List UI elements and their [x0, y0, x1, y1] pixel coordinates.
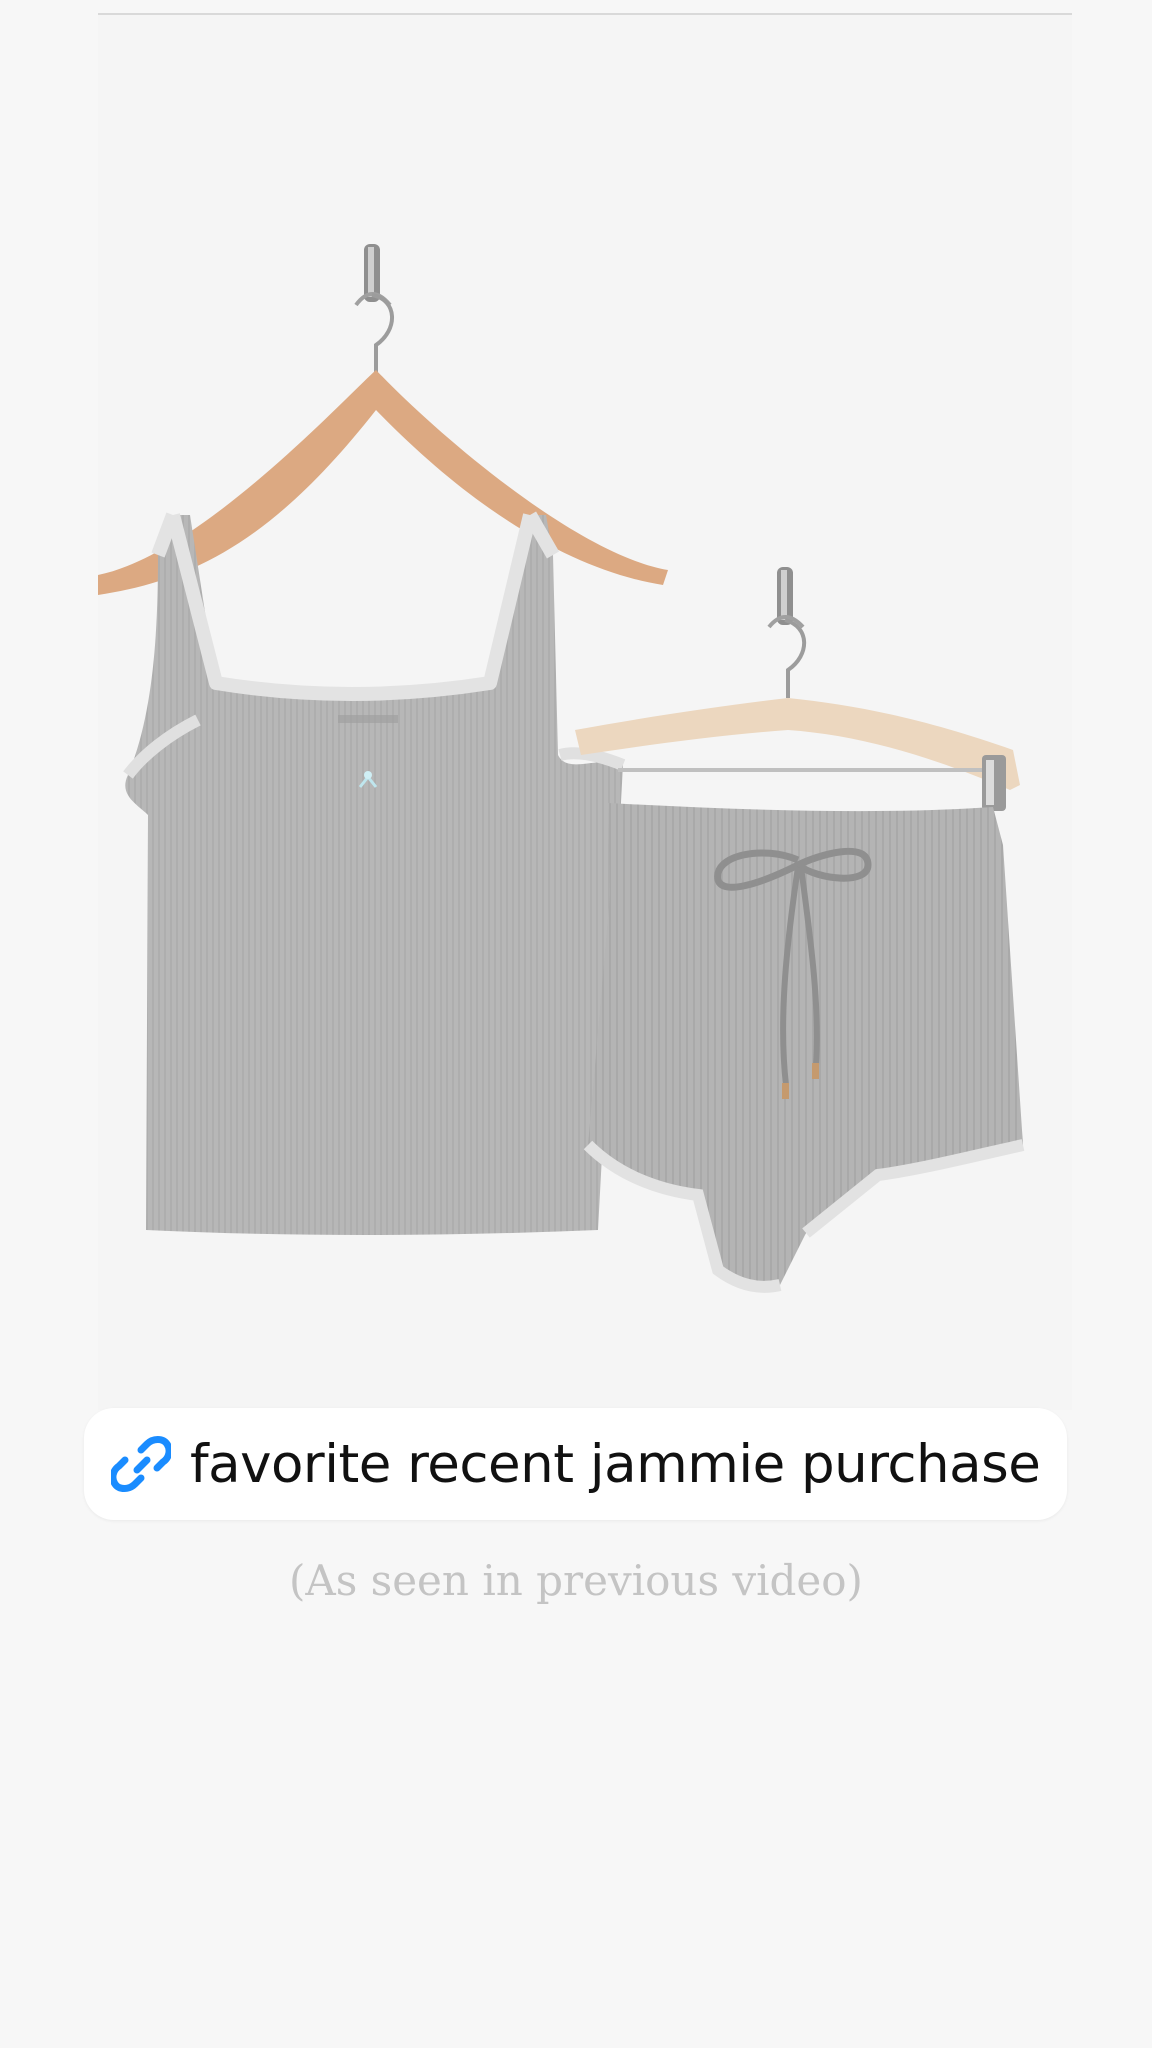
- hanger-wire-right: [784, 618, 807, 698]
- pajama-set-illustration: [98, 244, 1025, 1293]
- link-sticker-label: favorite recent jammie purchase: [190, 1433, 1041, 1495]
- link-sticker[interactable]: favorite recent jammie purchase: [84, 1408, 1067, 1520]
- hanger-wire-left: [371, 293, 394, 375]
- caption-text: (As seen in previous video): [289, 1556, 863, 1605]
- wooden-hanger-right: [575, 698, 1020, 790]
- link-icon: [110, 1433, 172, 1495]
- shorts: [583, 803, 1025, 1293]
- hanger-clip: [982, 755, 1006, 811]
- tank-top: [123, 511, 626, 1235]
- hanger-bar: [618, 768, 1003, 772]
- product-image: [98, 15, 1072, 1410]
- wall-hook-right: [767, 567, 805, 629]
